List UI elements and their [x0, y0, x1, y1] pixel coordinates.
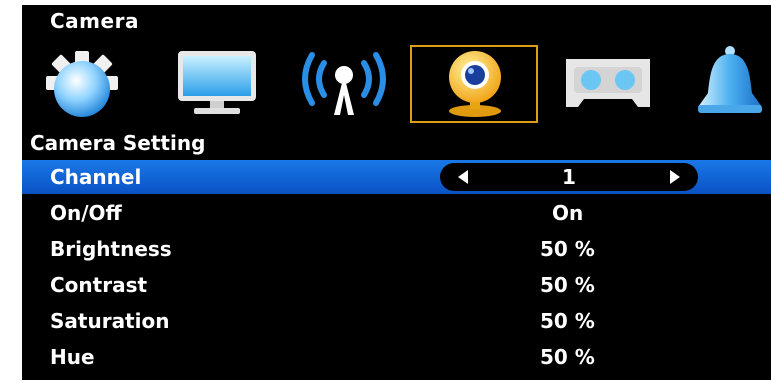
setting-value: 50 %	[540, 345, 595, 369]
gear-icon[interactable]	[32, 45, 132, 121]
setting-label: Hue	[50, 345, 95, 369]
setting-label: Channel	[50, 165, 142, 189]
setting-row-channel[interactable]: Channel 1	[22, 160, 771, 194]
setting-value: 50 %	[540, 309, 595, 333]
menu-icon-bar	[22, 45, 771, 125]
osd-screen: Camera Camera Setting Channel 1 On/Off O…	[22, 5, 771, 380]
setting-label: Contrast	[50, 273, 148, 297]
monitor-icon[interactable]	[172, 45, 262, 121]
bell-icon[interactable]	[690, 45, 770, 121]
menu-title: Camera	[50, 9, 139, 33]
section-title: Camera Setting	[30, 131, 206, 155]
setting-row-hue[interactable]: Hue 50 %	[22, 340, 771, 374]
setting-row-contrast[interactable]: Contrast 50 %	[22, 268, 771, 302]
setting-label: On/Off	[50, 201, 122, 225]
cassette-icon[interactable]	[558, 45, 658, 121]
arrow-right-icon[interactable]	[670, 170, 680, 184]
setting-row-saturation[interactable]: Saturation 50 %	[22, 304, 771, 338]
setting-label: Saturation	[50, 309, 170, 333]
setting-row-onoff[interactable]: On/Off On	[22, 196, 771, 230]
setting-label: Brightness	[50, 237, 172, 261]
setting-row-brightness[interactable]: Brightness 50 %	[22, 232, 771, 266]
channel-value: 1	[562, 165, 576, 189]
setting-value: 50 %	[540, 273, 595, 297]
wireless-icon[interactable]	[294, 45, 394, 121]
webcam-icon[interactable]	[430, 45, 520, 121]
setting-value: On	[552, 201, 584, 225]
channel-stepper[interactable]: 1	[440, 163, 698, 191]
setting-value: 50 %	[540, 237, 595, 261]
